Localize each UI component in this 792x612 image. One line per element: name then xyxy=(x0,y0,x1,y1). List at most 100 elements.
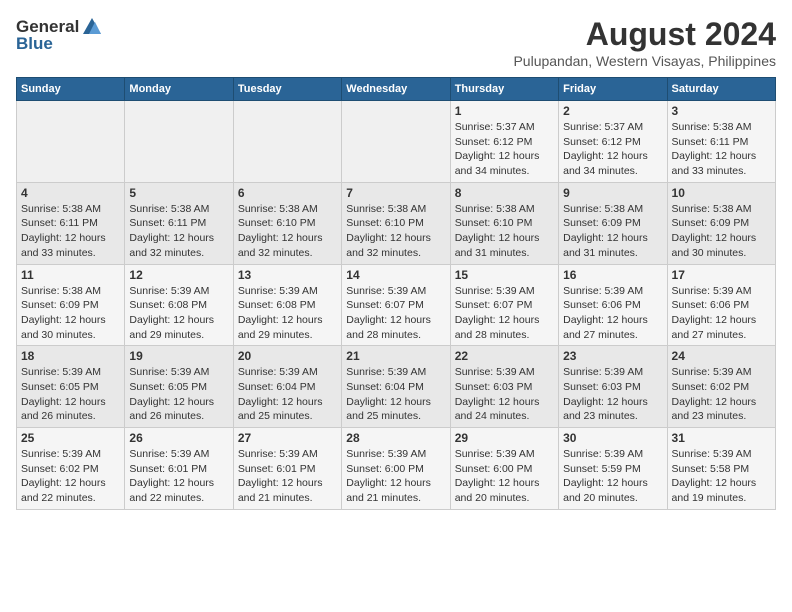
header-cell-tuesday: Tuesday xyxy=(233,78,341,101)
day-info: Sunrise: 5:38 AM Sunset: 6:10 PM Dayligh… xyxy=(455,202,554,261)
day-number: 30 xyxy=(563,431,662,445)
week-row-4: 18Sunrise: 5:39 AM Sunset: 6:05 PM Dayli… xyxy=(17,346,776,428)
header-cell-friday: Friday xyxy=(559,78,667,101)
calendar-body: 1Sunrise: 5:37 AM Sunset: 6:12 PM Daylig… xyxy=(17,101,776,510)
day-number: 26 xyxy=(129,431,228,445)
logo-blue: Blue xyxy=(16,34,53,54)
calendar-cell: 21 Sunrise: 5:39 AM Sunset: 6:04 PM Dayli… xyxy=(342,346,450,428)
calendar-cell: 6 Sunrise: 5:38 AM Sunset: 6:10 PM Daylig… xyxy=(233,182,341,264)
day-number: 25 xyxy=(21,431,120,445)
calendar-cell: 15 Sunrise: 5:39 AM Sunset: 6:07 PM Dayli… xyxy=(450,264,558,346)
calendar-cell: 12 Sunrise: 5:39 AM Sunset: 6:08 PM Dayli… xyxy=(125,264,233,346)
day-number: 5 xyxy=(129,186,228,200)
day-info: Sunrise: 5:39 AM Sunset: 6:08 PM Dayligh… xyxy=(238,284,337,343)
day-info: Sunrise: 5:39 AM Sunset: 6:04 PM Dayligh… xyxy=(238,365,337,424)
day-info: Sunrise: 5:39 AM Sunset: 6:01 PM Dayligh… xyxy=(129,447,228,506)
header-cell-monday: Monday xyxy=(125,78,233,101)
day-info: Sunrise: 5:38 AM Sunset: 6:11 PM Dayligh… xyxy=(672,120,771,179)
week-row-1: 1Sunrise: 5:37 AM Sunset: 6:12 PM Daylig… xyxy=(17,101,776,183)
calendar-cell: 24Sunrise: 5:39 AM Sunset: 6:02 PM Dayli… xyxy=(667,346,775,428)
day-info: Sunrise: 5:38 AM Sunset: 6:10 PM Dayligh… xyxy=(346,202,445,261)
day-number: 7 xyxy=(346,186,445,200)
day-info: Sunrise: 5:39 AM Sunset: 6:02 PM Dayligh… xyxy=(21,447,120,506)
header-cell-thursday: Thursday xyxy=(450,78,558,101)
day-number: 17 xyxy=(672,268,771,282)
calendar-cell: 31 Sunrise: 5:39 AM Sunset: 5:58 PM Dayli… xyxy=(667,428,775,510)
calendar-cell: 23 Sunrise: 5:39 AM Sunset: 6:03 PM Dayli… xyxy=(559,346,667,428)
day-info: Sunrise: 5:37 AM Sunset: 6:12 PM Dayligh… xyxy=(563,120,662,179)
calendar-cell: 19 Sunrise: 5:39 AM Sunset: 6:05 PM Dayli… xyxy=(125,346,233,428)
calendar-cell: 29Sunrise: 5:39 AM Sunset: 6:00 PM Dayli… xyxy=(450,428,558,510)
day-info: Sunrise: 5:39 AM Sunset: 5:59 PM Dayligh… xyxy=(563,447,662,506)
day-number: 19 xyxy=(129,349,228,363)
calendar-cell: 25 Sunrise: 5:39 AM Sunset: 6:02 PM Dayli… xyxy=(17,428,125,510)
calendar-cell: 13 Sunrise: 5:39 AM Sunset: 6:08 PM Dayli… xyxy=(233,264,341,346)
calendar-cell: 9 Sunrise: 5:38 AM Sunset: 6:09 PM Daylig… xyxy=(559,182,667,264)
day-info: Sunrise: 5:38 AM Sunset: 6:11 PM Dayligh… xyxy=(21,202,120,261)
calendar-cell: 7 Sunrise: 5:38 AM Sunset: 6:10 PM Daylig… xyxy=(342,182,450,264)
calendar-table: SundayMondayTuesdayWednesdayThursdayFrid… xyxy=(16,77,776,510)
day-number: 29 xyxy=(455,431,554,445)
day-number: 21 xyxy=(346,349,445,363)
calendar-cell xyxy=(17,101,125,183)
calendar-cell: 1Sunrise: 5:37 AM Sunset: 6:12 PM Daylig… xyxy=(450,101,558,183)
calendar-cell: 10Sunrise: 5:38 AM Sunset: 6:09 PM Dayli… xyxy=(667,182,775,264)
logo: General Blue xyxy=(16,16,103,54)
calendar-cell: 11 Sunrise: 5:38 AM Sunset: 6:09 PM Dayli… xyxy=(17,264,125,346)
calendar-cell: 5Sunrise: 5:38 AM Sunset: 6:11 PM Daylig… xyxy=(125,182,233,264)
header-cell-sunday: Sunday xyxy=(17,78,125,101)
day-info: Sunrise: 5:39 AM Sunset: 6:06 PM Dayligh… xyxy=(563,284,662,343)
day-number: 15 xyxy=(455,268,554,282)
calendar-cell xyxy=(125,101,233,183)
day-number: 28 xyxy=(346,431,445,445)
main-title: August 2024 xyxy=(513,16,776,53)
day-number: 3 xyxy=(672,104,771,118)
subtitle: Pulupandan, Western Visayas, Philippines xyxy=(513,53,776,69)
logo-icon xyxy=(81,16,103,38)
day-number: 23 xyxy=(563,349,662,363)
day-number: 16 xyxy=(563,268,662,282)
calendar-cell: 3 Sunrise: 5:38 AM Sunset: 6:11 PM Daylig… xyxy=(667,101,775,183)
calendar-header: SundayMondayTuesdayWednesdayThursdayFrid… xyxy=(17,78,776,101)
day-number: 31 xyxy=(672,431,771,445)
day-info: Sunrise: 5:39 AM Sunset: 6:05 PM Dayligh… xyxy=(21,365,120,424)
day-info: Sunrise: 5:39 AM Sunset: 6:03 PM Dayligh… xyxy=(563,365,662,424)
day-info: Sunrise: 5:39 AM Sunset: 6:05 PM Dayligh… xyxy=(129,365,228,424)
day-number: 27 xyxy=(238,431,337,445)
calendar-cell: 4Sunrise: 5:38 AM Sunset: 6:11 PM Daylig… xyxy=(17,182,125,264)
calendar-cell: 18Sunrise: 5:39 AM Sunset: 6:05 PM Dayli… xyxy=(17,346,125,428)
calendar-cell: 17Sunrise: 5:39 AM Sunset: 6:06 PM Dayli… xyxy=(667,264,775,346)
header-cell-saturday: Saturday xyxy=(667,78,775,101)
day-number: 11 xyxy=(21,268,120,282)
calendar-cell xyxy=(342,101,450,183)
calendar-cell: 22Sunrise: 5:39 AM Sunset: 6:03 PM Dayli… xyxy=(450,346,558,428)
day-number: 6 xyxy=(238,186,337,200)
day-info: Sunrise: 5:39 AM Sunset: 6:07 PM Dayligh… xyxy=(455,284,554,343)
day-info: Sunrise: 5:38 AM Sunset: 6:09 PM Dayligh… xyxy=(672,202,771,261)
day-number: 12 xyxy=(129,268,228,282)
week-row-5: 25 Sunrise: 5:39 AM Sunset: 6:02 PM Dayli… xyxy=(17,428,776,510)
day-info: Sunrise: 5:39 AM Sunset: 5:58 PM Dayligh… xyxy=(672,447,771,506)
week-row-2: 4Sunrise: 5:38 AM Sunset: 6:11 PM Daylig… xyxy=(17,182,776,264)
header-row: SundayMondayTuesdayWednesdayThursdayFrid… xyxy=(17,78,776,101)
week-row-3: 11 Sunrise: 5:38 AM Sunset: 6:09 PM Dayli… xyxy=(17,264,776,346)
day-info: Sunrise: 5:39 AM Sunset: 6:02 PM Dayligh… xyxy=(672,365,771,424)
header-cell-wednesday: Wednesday xyxy=(342,78,450,101)
header: General Blue August 2024 Pulupandan, Wes… xyxy=(16,16,776,69)
calendar-cell: 28Sunrise: 5:39 AM Sunset: 6:00 PM Dayli… xyxy=(342,428,450,510)
title-area: August 2024 Pulupandan, Western Visayas,… xyxy=(513,16,776,69)
day-number: 2 xyxy=(563,104,662,118)
day-info: Sunrise: 5:38 AM Sunset: 6:09 PM Dayligh… xyxy=(21,284,120,343)
day-number: 8 xyxy=(455,186,554,200)
day-info: Sunrise: 5:39 AM Sunset: 6:03 PM Dayligh… xyxy=(455,365,554,424)
day-number: 13 xyxy=(238,268,337,282)
calendar-cell: 16 Sunrise: 5:39 AM Sunset: 6:06 PM Dayli… xyxy=(559,264,667,346)
day-number: 9 xyxy=(563,186,662,200)
day-info: Sunrise: 5:38 AM Sunset: 6:10 PM Dayligh… xyxy=(238,202,337,261)
day-info: Sunrise: 5:39 AM Sunset: 6:08 PM Dayligh… xyxy=(129,284,228,343)
day-info: Sunrise: 5:38 AM Sunset: 6:09 PM Dayligh… xyxy=(563,202,662,261)
day-number: 20 xyxy=(238,349,337,363)
day-info: Sunrise: 5:39 AM Sunset: 6:01 PM Dayligh… xyxy=(238,447,337,506)
day-info: Sunrise: 5:39 AM Sunset: 6:04 PM Dayligh… xyxy=(346,365,445,424)
day-number: 14 xyxy=(346,268,445,282)
